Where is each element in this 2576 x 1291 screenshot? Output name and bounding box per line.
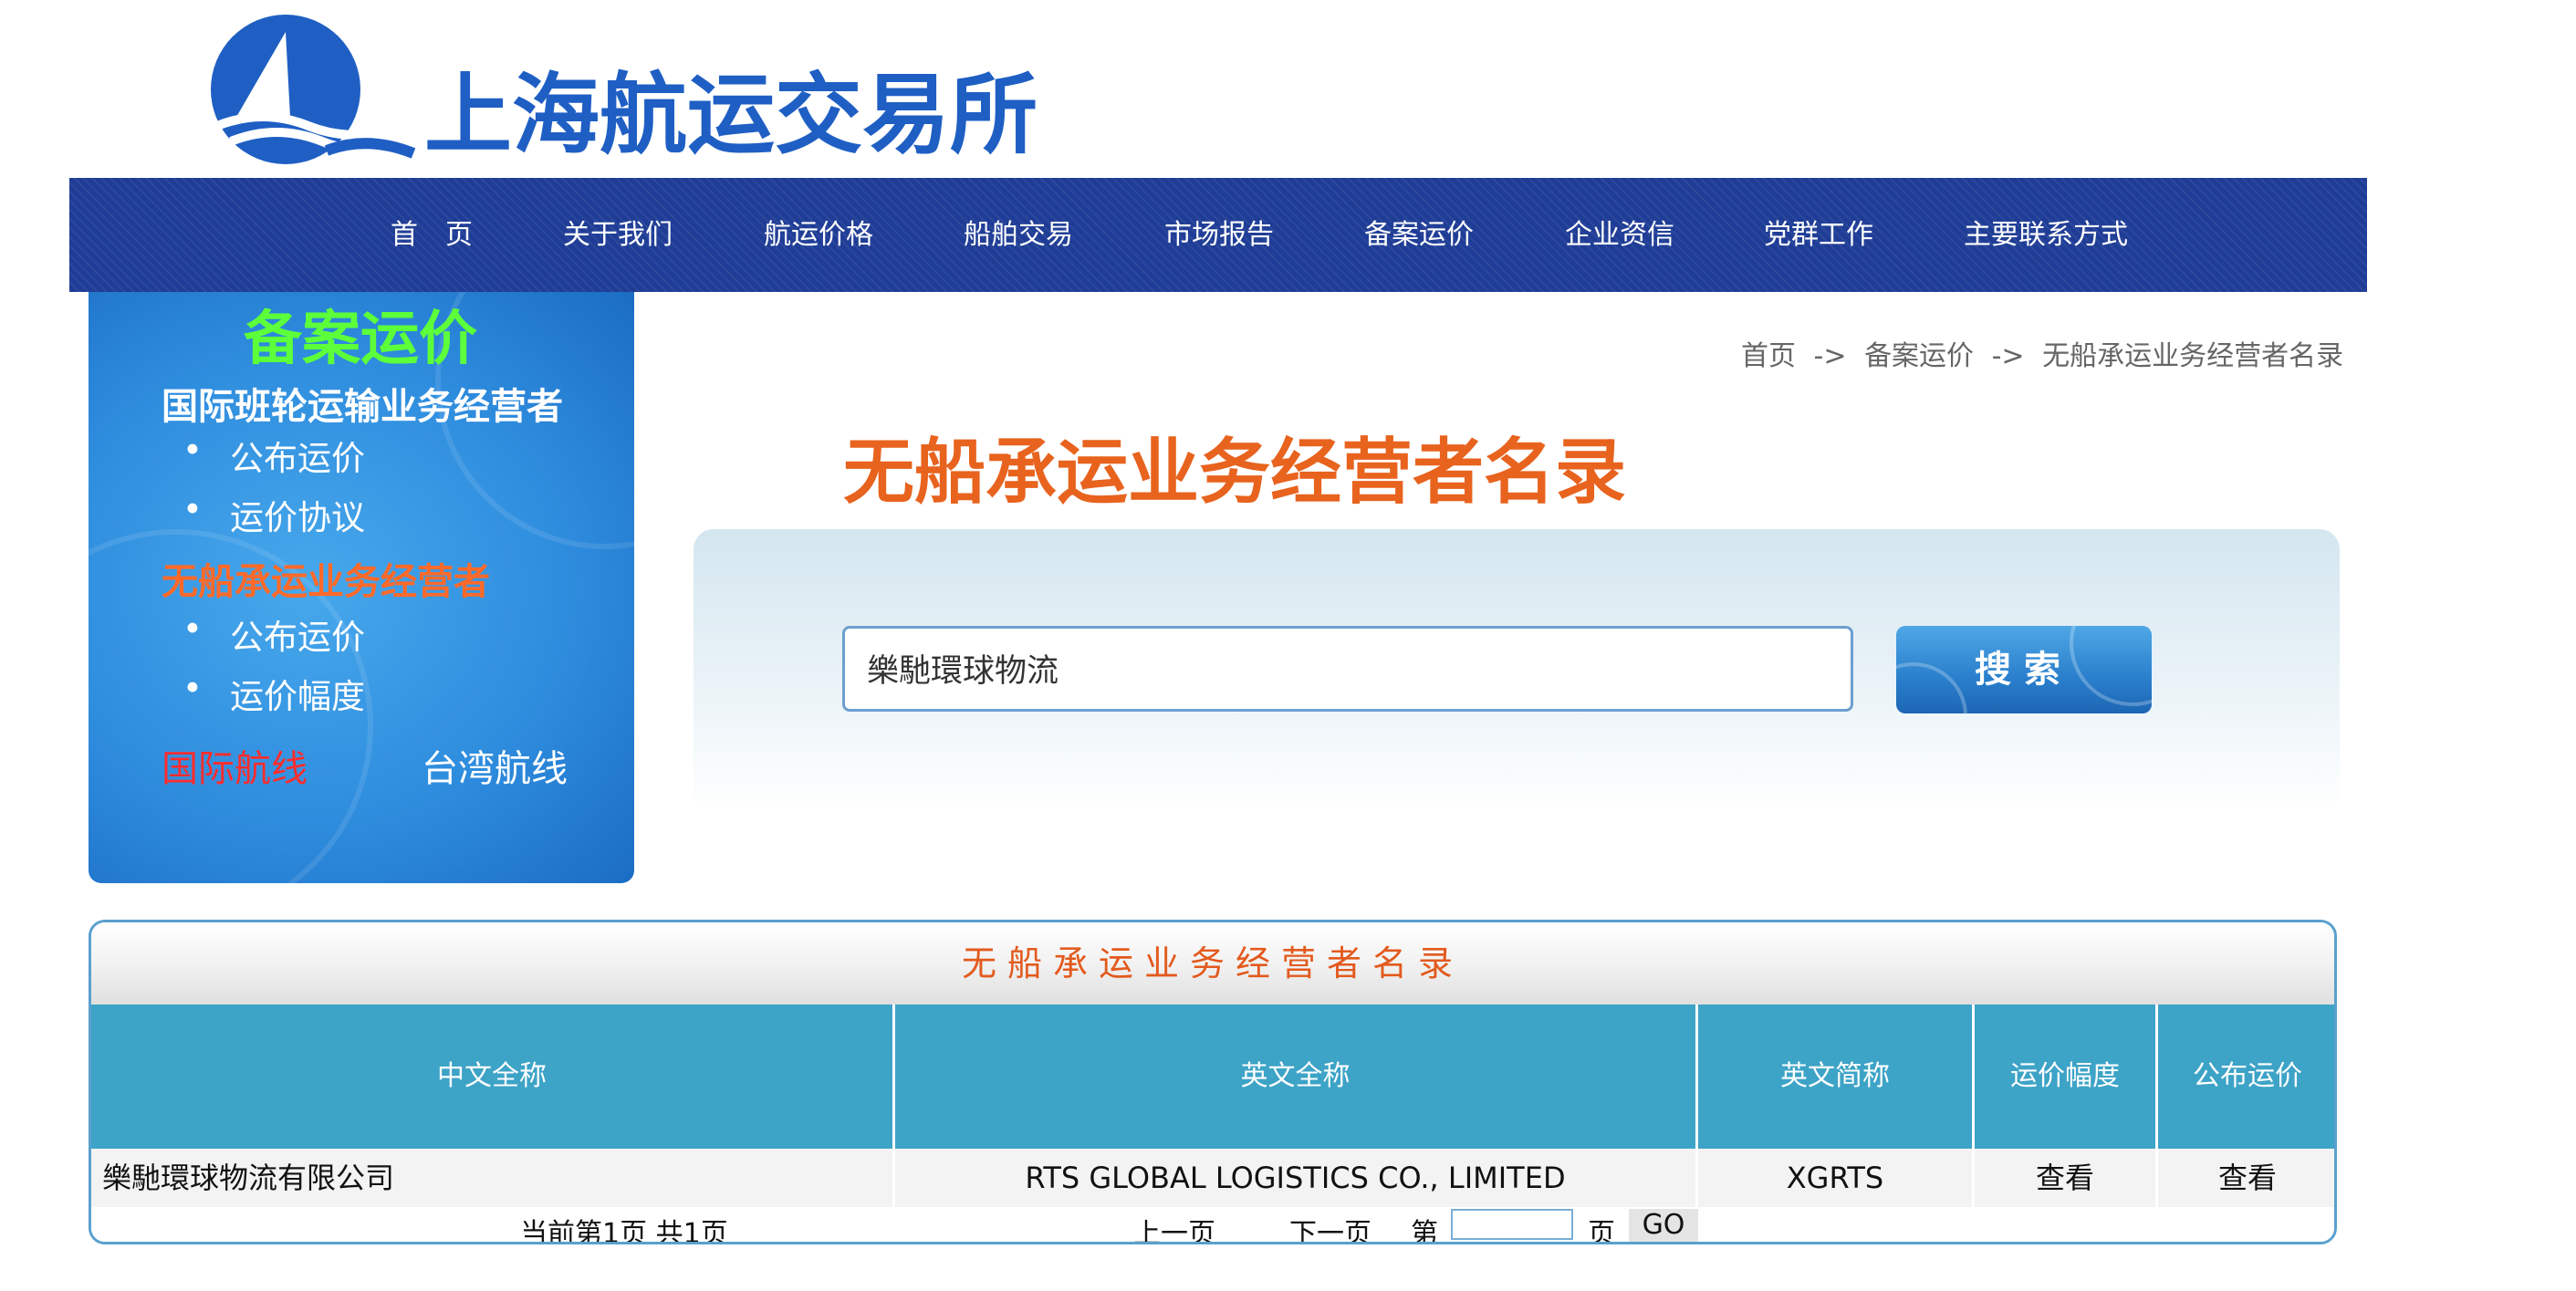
sidebar: 备案运价 国际班轮运输业务经营者 • 公布运价 • 运价协议 无船承运业务经营者… (89, 292, 634, 883)
page-suffix: 页 (1588, 1218, 1615, 1244)
column-header: 运价幅度 (1972, 1005, 2155, 1149)
table-row: 樂馳環球物流有限公司 RTS GLOBAL LOGISTICS CO., LIM… (91, 1149, 2334, 1207)
pagination: 当前第1页 共1页 上一页 下一页 第 页 GO (91, 1207, 2334, 1244)
nav-credit[interactable]: 企业资信 (1565, 178, 1674, 292)
breadcrumb-section[interactable]: 备案运价 (1864, 340, 1974, 372)
sidebar-title: 备案运价 (244, 306, 477, 373)
logo-text: 上海航运交易所 (424, 64, 1038, 166)
breadcrumb-separator: -> (1813, 340, 1847, 372)
sidebar-link-international[interactable]: 国际航线 (162, 739, 308, 792)
page-title: 无船承运业务经营者名录 (843, 432, 1627, 514)
sidebar-link-label: 运价协议 (230, 498, 365, 537)
column-header: 英文全称 (892, 1005, 1695, 1149)
search-button[interactable]: 搜索 (1896, 626, 2152, 713)
breadcrumb-home[interactable]: 首页 (1741, 340, 1796, 372)
nav-market-report[interactable]: 市场报告 (1164, 178, 1274, 292)
main-nav: 首 页 关于我们 航运价格 船舶交易 市场报告 备案运价 企业资信 党群工作 主… (69, 178, 2367, 292)
breadcrumb-current: 无船承运业务经营者名录 (2042, 340, 2344, 372)
sidebar-link-liner-agreement[interactable]: • 运价协议 (183, 490, 365, 539)
nav-shipping-price[interactable]: 航运价格 (764, 178, 873, 292)
sidebar-link-label: 公布运价 (230, 618, 365, 657)
page-status: 当前第1页 共1页 (520, 1218, 728, 1244)
go-button[interactable]: GO (1629, 1209, 1698, 1242)
bullet-icon: • (183, 669, 203, 708)
sidebar-link-taiwan[interactable]: 台湾航线 (422, 739, 568, 792)
nav-filed-rates[interactable]: 备案运价 (1364, 178, 1474, 292)
column-header: 公布运价 (2155, 1005, 2334, 1149)
search-button-label: 搜索 (1975, 649, 2073, 691)
cell-english-short: XGRTS (1695, 1149, 1972, 1207)
nav-home[interactable]: 首 页 (391, 178, 473, 292)
cell-english-name: RTS GLOBAL LOGISTICS CO., LIMITED (892, 1149, 1695, 1207)
sidebar-link-label: 公布运价 (230, 439, 365, 478)
sidebar-link-liner-published[interactable]: • 公布运价 (183, 431, 365, 480)
page-prefix: 第 (1411, 1218, 1438, 1244)
view-published-rate-link[interactable]: 查看 (2155, 1149, 2334, 1207)
sidebar-link-nvocc-published[interactable]: • 公布运价 (183, 609, 365, 659)
sidebar-group-nvocc[interactable]: 无船承运业务经营者 (162, 552, 490, 605)
nav-ship-trade[interactable]: 船舶交易 (964, 178, 1073, 292)
decor-ring (2070, 626, 2152, 706)
logo-icon (211, 15, 424, 164)
bullet-icon: • (183, 431, 203, 470)
sidebar-link-nvocc-range[interactable]: • 运价幅度 (183, 669, 365, 718)
table-header: 中文全称 英文全称 英文简称 运价幅度 公布运价 (91, 1005, 2334, 1149)
prev-page-link[interactable]: 上一页 (1133, 1211, 1215, 1242)
column-header: 英文简称 (1695, 1005, 1972, 1149)
sidebar-group-liner[interactable]: 国际班轮运输业务经营者 (162, 377, 563, 430)
nav-party[interactable]: 党群工作 (1764, 178, 1873, 292)
search-input[interactable]: 樂馳環球物流 (842, 626, 1853, 712)
cell-chinese-name: 樂馳環球物流有限公司 (102, 1161, 395, 1195)
nav-about[interactable]: 关于我们 (563, 178, 673, 292)
next-page-link[interactable]: 下一页 (1289, 1211, 1371, 1242)
breadcrumb: 首页 -> 备案运价 -> 无船承运业务经营者名录 (1741, 333, 2343, 373)
nav-contact[interactable]: 主要联系方式 (1964, 178, 2128, 292)
page-number-input[interactable] (1451, 1209, 1573, 1240)
view-rate-range-link[interactable]: 查看 (1972, 1149, 2155, 1207)
table-caption: 无船承运业务经营者名录 (91, 922, 2334, 1005)
decor-ring (1896, 662, 1967, 713)
bullet-icon: • (183, 609, 203, 649)
results-table: 无船承运业务经营者名录 中文全称 英文全称 英文简称 运价幅度 公布运价 樂馳環… (89, 920, 2337, 1244)
column-header: 中文全称 (437, 1060, 547, 1092)
breadcrumb-separator: -> (1991, 340, 2025, 372)
sidebar-link-label: 运价幅度 (230, 677, 365, 716)
bullet-icon: • (183, 490, 203, 529)
